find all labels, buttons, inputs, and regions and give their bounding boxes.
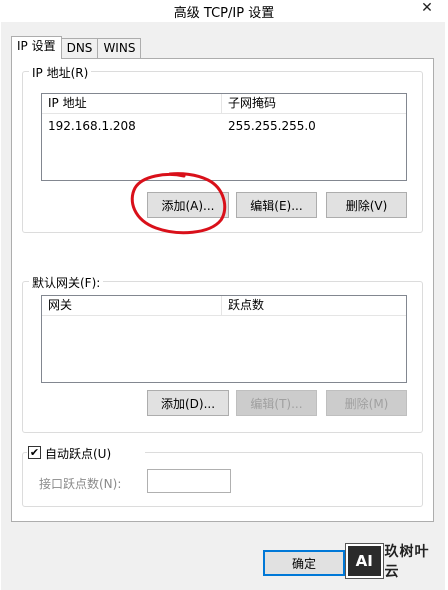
ip-address-value: 192.168.1.208 xyxy=(48,119,136,133)
ip-address-list[interactable]: IP 地址 子网掩码 192.168.1.208 255.255.255.0 xyxy=(41,93,407,181)
column-header-ip[interactable]: IP 地址 xyxy=(42,94,222,114)
tab-strip: IP 设置 DNS WINS xyxy=(11,36,142,59)
ip-address-group: IP 地址(R) IP 地址 子网掩码 192.168.1.208 255.25… xyxy=(22,64,423,233)
checkmark-icon: ✔ xyxy=(29,446,40,459)
ip-add-button[interactable]: 添加(A)... xyxy=(147,192,229,218)
gateway-edit-button[interactable]: 编辑(T)... xyxy=(236,390,317,416)
tab-dns[interactable]: DNS xyxy=(60,38,99,58)
advanced-tcpip-dialog: 高级 TCP/IP 设置 ✕ IP 设置 DNS WINS IP 地址(R) I… xyxy=(0,0,448,590)
ip-settings-panel: IP 地址(R) IP 地址 子网掩码 192.168.1.208 255.25… xyxy=(11,58,434,522)
metric-group: ✔ 自动跃点(U) 接口跃点数(N): xyxy=(22,445,423,507)
auto-metric-label[interactable]: 自动跃点(U) xyxy=(45,445,111,462)
column-header-gateway[interactable]: 网关 xyxy=(42,296,222,316)
tab-ip-settings[interactable]: IP 设置 xyxy=(11,36,62,59)
ip-edit-button[interactable]: 编辑(E)... xyxy=(236,192,317,218)
metric-legend-area: ✔ 自动跃点(U) xyxy=(27,445,145,461)
close-icon[interactable]: ✕ xyxy=(414,0,440,16)
subnet-mask-value: 255.255.255.0 xyxy=(228,119,316,133)
column-header-metric[interactable]: 跃点数 xyxy=(222,296,406,316)
ip-address-group-label: IP 地址(R) xyxy=(29,64,92,81)
table-row[interactable]: 192.168.1.208 255.255.255.0 xyxy=(42,116,406,136)
interface-metric-input[interactable] xyxy=(147,469,231,493)
gateway-add-button[interactable]: 添加(D)... xyxy=(147,390,229,416)
column-header-mask[interactable]: 子网掩码 xyxy=(222,94,406,114)
tab-wins[interactable]: WINS xyxy=(97,38,142,58)
gateway-delete-button[interactable]: 删除(M) xyxy=(326,390,407,416)
gateway-group-label: 默认网关(F): xyxy=(29,274,104,291)
title-bar[interactable]: 高级 TCP/IP 设置 ✕ xyxy=(0,0,448,22)
watermark: AI 玖树叶云 xyxy=(346,542,442,580)
dialog-body: IP 设置 DNS WINS IP 地址(R) IP 地址 子网掩码 192.1… xyxy=(1,22,445,590)
ip-list-header: IP 地址 子网掩码 xyxy=(42,94,406,114)
ok-button[interactable]: 确定 xyxy=(263,550,345,576)
watermark-text: 玖树叶云 xyxy=(384,544,430,580)
ip-delete-button[interactable]: 删除(V) xyxy=(326,192,407,218)
window-title: 高级 TCP/IP 设置 xyxy=(173,6,275,21)
interface-metric-label: 接口跃点数(N): xyxy=(39,477,122,491)
watermark-logo: AI xyxy=(346,544,383,578)
gateway-group: 默认网关(F): 网关 跃点数 添加(D)... 编辑(T)... 删除(M) xyxy=(22,274,423,433)
auto-metric-checkbox[interactable]: ✔ xyxy=(28,446,41,459)
gateway-list[interactable]: 网关 跃点数 xyxy=(41,295,407,383)
gateway-list-header: 网关 跃点数 xyxy=(42,296,406,316)
